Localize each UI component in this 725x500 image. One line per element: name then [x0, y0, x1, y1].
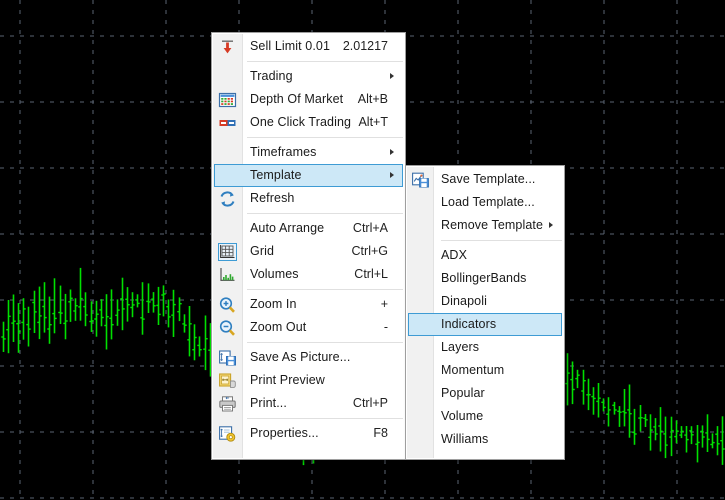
menu-item-label: Auto Arrange: [250, 221, 325, 235]
menu-item-label: ADX: [441, 248, 468, 262]
menu-item-grid[interactable]: Grid Ctrl+G: [214, 240, 403, 263]
context-menu-item-list: Sell Limit 0.01 2.01217 Trading Depth Of Ma…: [212, 35, 405, 445]
menu-item-label: Load Template...: [441, 195, 535, 209]
print-preview-icon: [219, 373, 236, 388]
menu-item-label: Dinapoli: [441, 294, 487, 308]
refresh-icon: [220, 191, 235, 207]
menu-item-shortcut: Ctrl+A: [352, 221, 388, 235]
print-icon: [219, 396, 236, 412]
menu-item-shortcut: 2.01217: [342, 39, 388, 53]
menu-item-label: Indicators: [441, 317, 497, 331]
menu-separator: [441, 240, 562, 241]
submenu-arrow-icon: [549, 222, 553, 228]
template-submenu[interactable]: Save Template... Load Template... Remove T…: [405, 165, 565, 460]
menu-item-shortcut: F8: [373, 426, 388, 440]
menu-item-indicators[interactable]: Indicators: [408, 313, 562, 336]
menu-item-bollingerbands[interactable]: BollingerBands: [408, 267, 562, 290]
menu-item-depth-of-market[interactable]: Depth Of Market Alt+B: [214, 88, 403, 111]
menu-item-one-click-trading[interactable]: One Click Trading Alt+T: [214, 111, 403, 134]
menu-item-auto-arrange[interactable]: Auto Arrange Ctrl+A: [214, 217, 403, 240]
volumes-icon: [220, 268, 235, 281]
menu-item-timeframes[interactable]: Timeframes: [214, 141, 403, 164]
menu-item-shortcut: +: [380, 297, 388, 311]
menu-separator: [247, 137, 403, 138]
menu-item-remove-template[interactable]: Remove Template: [408, 214, 562, 237]
menu-item-zoom-in[interactable]: Zoom In +: [214, 293, 403, 316]
menu-item-properties[interactable]: Properties... F8: [214, 422, 403, 445]
menu-item-label: Layers: [441, 340, 480, 354]
menu-item-trading[interactable]: Trading: [214, 65, 403, 88]
menu-item-volume[interactable]: Volume: [408, 405, 562, 428]
menu-item-adx[interactable]: ADX: [408, 244, 562, 267]
menu-item-template[interactable]: Template: [214, 164, 403, 187]
menu-item-label: Remove Template: [441, 218, 544, 232]
one-click-trading-icon: [219, 120, 236, 126]
menu-separator: [247, 213, 403, 214]
zoom-in-icon: [219, 297, 235, 313]
menu-item-label: Trading: [250, 69, 293, 83]
menu-item-label: Timeframes: [250, 145, 317, 159]
menu-item-shortcut: Alt+T: [358, 115, 388, 129]
menu-item-label: Momentum: [441, 363, 505, 377]
menu-item-williams[interactable]: Williams: [408, 428, 562, 451]
submenu-arrow-icon: [390, 149, 394, 155]
menu-item-save-template[interactable]: Save Template...: [408, 168, 562, 191]
menu-item-popular[interactable]: Popular: [408, 382, 562, 405]
zoom-out-icon: [219, 320, 235, 336]
submenu-arrow-icon: [390, 73, 394, 79]
menu-separator: [247, 61, 403, 62]
submenu-arrow-icon: [390, 172, 394, 178]
template-submenu-item-list: Save Template... Load Template... Remove T…: [406, 168, 564, 451]
menu-item-zoom-out[interactable]: Zoom Out -: [214, 316, 403, 339]
menu-item-save-as-picture[interactable]: Save As Picture...: [214, 346, 403, 369]
menu-item-load-template[interactable]: Load Template...: [408, 191, 562, 214]
menu-item-layers[interactable]: Layers: [408, 336, 562, 359]
save-template-icon: [412, 172, 429, 188]
menu-item-shortcut: Alt+B: [357, 92, 388, 106]
menu-item-shortcut: Ctrl+G: [351, 244, 388, 258]
menu-item-label: Template: [250, 168, 302, 182]
sell-arrow-icon: [222, 40, 233, 54]
menu-item-label: Popular: [441, 386, 485, 400]
menu-item-dinapoli[interactable]: Dinapoli: [408, 290, 562, 313]
menu-item-refresh[interactable]: Refresh: [214, 187, 403, 210]
save-picture-icon: [219, 350, 236, 366]
menu-separator: [247, 342, 403, 343]
menu-item-label: Volume: [441, 409, 484, 423]
chart-context-menu[interactable]: Sell Limit 0.01 2.01217 Trading Depth Of Ma…: [211, 32, 406, 460]
menu-item-sell-limit[interactable]: Sell Limit 0.01 2.01217: [214, 35, 403, 58]
menu-item-label: BollingerBands: [441, 271, 527, 285]
menu-item-print-preview[interactable]: Print Preview: [214, 369, 403, 392]
menu-item-momentum[interactable]: Momentum: [408, 359, 562, 382]
menu-item-shortcut: Ctrl+L: [354, 267, 388, 281]
menu-separator: [247, 289, 403, 290]
menu-item-shortcut: -: [383, 320, 388, 334]
properties-icon: [219, 426, 236, 442]
menu-item-print[interactable]: Print... Ctrl+P: [214, 392, 403, 415]
grid-icon: [218, 243, 237, 261]
menu-item-shortcut: Ctrl+P: [352, 396, 388, 410]
menu-item-volumes[interactable]: Volumes Ctrl+L: [214, 263, 403, 286]
depth-of-market-icon: [218, 92, 237, 108]
menu-item-label: Williams: [441, 432, 489, 446]
menu-separator: [247, 418, 403, 419]
